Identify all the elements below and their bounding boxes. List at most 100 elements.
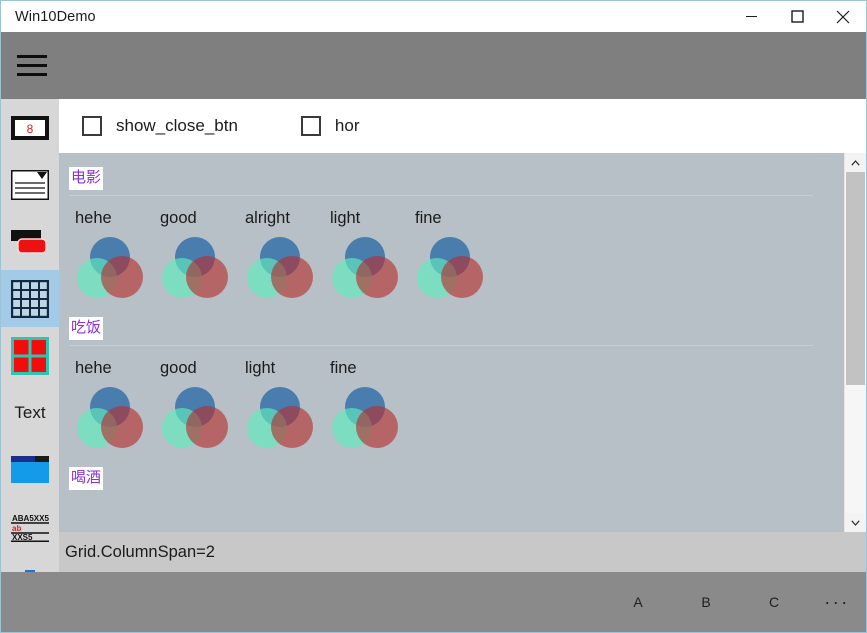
chevron-up-icon — [851, 159, 860, 166]
venn-diagram-icon — [75, 237, 147, 299]
window-title: Win10Demo — [15, 8, 96, 25]
list-item-label: fine — [330, 359, 357, 377]
vertical-scrollbar[interactable] — [844, 153, 866, 532]
venn-circle-red — [271, 406, 313, 448]
venn-diagram-icon — [160, 237, 232, 299]
close-button[interactable] — [820, 1, 866, 32]
venn-diagram-icon — [75, 387, 147, 449]
grid-table-icon — [11, 279, 49, 318]
scroll-up-button[interactable] — [845, 153, 866, 172]
group-header: 吃饭 — [69, 317, 104, 340]
red-button-icon — [11, 229, 47, 254]
group-item-labels: hehe good alright light fine — [59, 209, 825, 228]
close-icon — [836, 10, 850, 23]
hamburger-icon[interactable] — [13, 47, 50, 84]
status-bar: Grid.ColumnSpan=2 — [59, 532, 866, 572]
scroll-down-button[interactable] — [845, 513, 866, 532]
list-item-label: hehe — [75, 209, 112, 227]
list-item[interactable] — [245, 387, 330, 449]
minimize-icon — [745, 16, 757, 17]
venn-circle-red — [101, 256, 143, 298]
group-divider — [69, 195, 813, 196]
list-item[interactable] — [415, 237, 500, 299]
hamburger-line — [16, 55, 47, 58]
sidebar-item-folder[interactable] — [1, 441, 59, 498]
content-scroll-region: 电影 hehe good alright light fine 吃饭 hehe … — [59, 153, 866, 532]
four-squares-icon — [11, 336, 49, 375]
window-controls — [728, 1, 866, 32]
command-button-c[interactable]: C — [740, 572, 808, 632]
checkbox-show-close-btn[interactable]: show_close_btn — [82, 116, 238, 136]
list-item[interactable] — [245, 237, 330, 299]
title-bar: Win10Demo — [1, 1, 866, 32]
checkbox-hor[interactable]: hor — [300, 116, 360, 136]
list-item-label: fine — [415, 209, 442, 227]
sidebar-item-text-lines[interactable]: ABA5XX5 ab XXS5 — [1, 498, 59, 555]
venn-diagram-icon — [245, 387, 317, 449]
id-card-icon: 8 — [11, 115, 49, 140]
group-header: 电影 — [69, 167, 104, 190]
svg-text:8: 8 — [27, 122, 34, 136]
scrollbar-track[interactable] — [845, 172, 866, 513]
sidebar-item-red-button[interactable] — [1, 213, 59, 270]
nav-header-bar — [1, 32, 866, 99]
sidebar-item-text[interactable]: Text — [1, 384, 59, 441]
minimize-button[interactable] — [728, 1, 774, 32]
venn-circle-red — [271, 256, 313, 298]
document-list-icon — [11, 169, 49, 200]
list-item[interactable] — [160, 237, 245, 299]
sidebar-item-four-squares[interactable] — [1, 327, 59, 384]
venn-circle-red — [356, 406, 398, 448]
venn-circle-red — [356, 256, 398, 298]
checkbox-box[interactable] — [300, 116, 321, 136]
checkbox-label: show_close_btn — [116, 116, 238, 135]
list-item-label: light — [330, 209, 361, 227]
checkbox-label: hor — [334, 116, 360, 135]
scrollbar-thumb[interactable] — [846, 172, 865, 385]
venn-circle-red — [441, 256, 483, 298]
list-item-label: alright — [245, 209, 290, 227]
group-section: 喝酒 — [59, 449, 825, 490]
more-options-icon[interactable]: ··· — [808, 572, 866, 632]
command-button-b[interactable]: B — [672, 572, 740, 632]
sidebar-item-document-list[interactable] — [1, 156, 59, 213]
group-header: 喝酒 — [69, 467, 104, 490]
venn-diagram-icon — [245, 237, 317, 299]
list-item[interactable] — [75, 237, 160, 299]
venn-diagram-icon — [415, 237, 487, 299]
venn-diagram-icon — [330, 237, 402, 299]
command-button-a[interactable]: A — [604, 572, 672, 632]
venn-circle-red — [186, 406, 228, 448]
list-item-label: hehe — [75, 359, 112, 377]
group-section: 吃饭 hehe good light fine — [59, 299, 825, 449]
group-item-graphics — [59, 237, 825, 299]
sidebar-item-grid-table[interactable] — [1, 270, 59, 327]
venn-diagram-icon — [330, 387, 402, 449]
venn-circle-red — [186, 256, 228, 298]
group-divider — [69, 345, 813, 346]
venn-diagram-icon — [160, 387, 232, 449]
text-lines-icon: ABA5XX5 ab XXS5 — [11, 514, 49, 542]
list-item-label: good — [160, 209, 197, 227]
list-item[interactable] — [75, 387, 160, 449]
list-item-label: light — [245, 359, 276, 377]
navigation-rail: 8 Text ABA5XX5 ab XXS5 — [1, 99, 59, 599]
svg-text:ab: ab — [12, 524, 21, 533]
sidebar-item-id-card[interactable]: 8 — [1, 99, 59, 156]
list-item-label: good — [160, 359, 197, 377]
venn-circle-red — [101, 406, 143, 448]
status-text: Grid.ColumnSpan=2 — [65, 542, 215, 561]
app-window: Win10Demo 8 Text ABA5XX5 ab XXS5 show_cl… — [0, 0, 867, 633]
checkbox-box[interactable] — [82, 116, 102, 136]
maximize-icon — [790, 10, 804, 23]
list-item[interactable] — [330, 237, 415, 299]
options-bar: show_close_btn hor — [59, 99, 866, 153]
list-item[interactable] — [330, 387, 415, 449]
list-item[interactable] — [160, 387, 245, 449]
sidebar-item-label: Text — [14, 402, 46, 422]
folder-icon — [11, 455, 49, 483]
group-item-graphics — [59, 387, 825, 449]
hamburger-line — [16, 73, 47, 76]
hamburger-line — [16, 64, 47, 67]
maximize-button[interactable] — [774, 1, 820, 32]
